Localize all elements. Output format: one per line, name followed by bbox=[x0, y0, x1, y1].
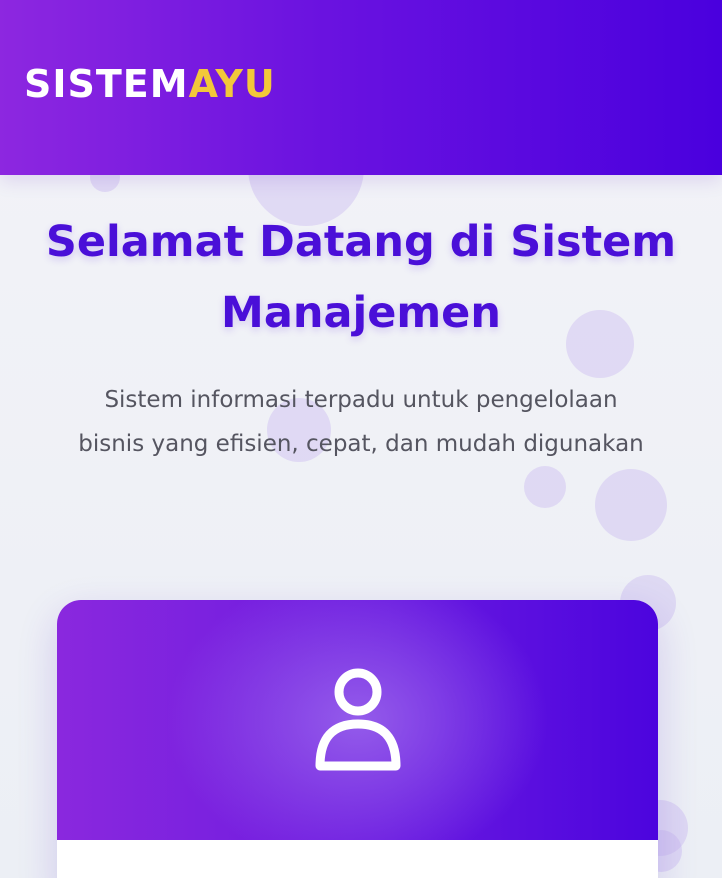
hero-title-line-2: Manajemen bbox=[221, 288, 501, 338]
logo-accent-text: AYU bbox=[188, 62, 276, 106]
decorative-bubble bbox=[595, 469, 667, 541]
user-login-card[interactable] bbox=[57, 600, 658, 878]
brand-logo[interactable]: SISTEMAYU bbox=[24, 60, 276, 108]
logo-main-text: SISTEM bbox=[24, 62, 189, 106]
hero-subtitle-line-2: bisnis yang efisien, cepat, dan mudah di… bbox=[78, 431, 644, 457]
hero-title: Selamat Datang di Sistem Manajemen bbox=[0, 207, 722, 349]
hero-subtitle: Sistem informasi terpadu untuk pengelola… bbox=[0, 378, 722, 466]
card-body bbox=[57, 840, 658, 878]
hero-subtitle-line-1: Sistem informasi terpadu untuk pengelola… bbox=[104, 387, 618, 413]
decorative-bubble bbox=[524, 466, 566, 508]
hero-title-line-1: Selamat Datang di Sistem bbox=[45, 217, 677, 267]
card-header bbox=[57, 600, 658, 840]
user-icon bbox=[315, 668, 401, 771]
top-header: SISTEMAYU bbox=[0, 0, 722, 175]
